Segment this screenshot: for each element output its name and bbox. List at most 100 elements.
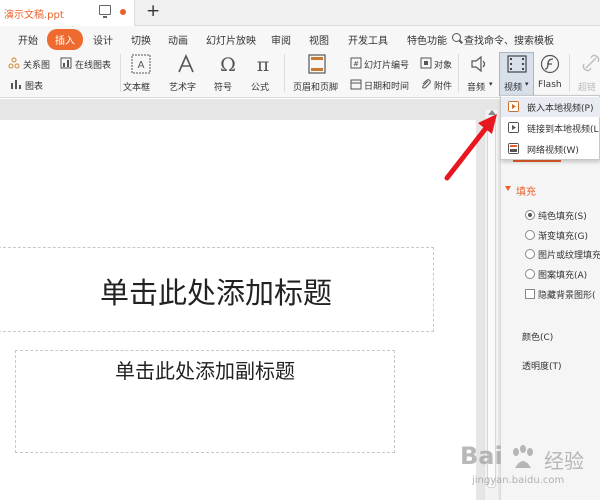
video-dropdown-menu: 嵌入本地视频(P) 链接到本地视频(L 网络视频(W) <box>500 95 600 160</box>
ribbon-separator <box>458 54 459 92</box>
pattern-fill-label[interactable]: 图案填充(A) <box>538 268 587 281</box>
audio-button[interactable]: 音频 <box>467 80 485 93</box>
web-video-icon <box>508 143 519 154</box>
tab-special-features[interactable]: 特色功能 <box>407 32 447 47</box>
hyperlink-button[interactable]: 超链 <box>578 80 596 93</box>
solid-fill-radio[interactable] <box>525 210 535 220</box>
unsaved-dot-icon[interactable] <box>120 9 126 15</box>
link-local-video-item[interactable]: 链接到本地视频(L <box>501 118 600 138</box>
menu-bar: 开始 插入 设计 切换 动画 幻灯片放映 审阅 视图 开发工具 特色功能 查找命… <box>0 26 600 50</box>
gradient-fill-label[interactable]: 渐变填充(G) <box>538 229 588 242</box>
document-tab-title[interactable]: 演示文稿.ppt <box>4 6 64 21</box>
textbox-button[interactable]: 文本框 <box>123 80 150 93</box>
video-button[interactable]: 视频 ▾ <box>499 52 534 96</box>
pane-tab-indicator <box>513 160 561 162</box>
web-video-item[interactable]: 网络视频(W) <box>501 139 600 159</box>
header-footer-icon[interactable] <box>308 54 326 74</box>
flash-icon[interactable] <box>540 54 560 74</box>
workspace-top-strip <box>0 99 476 120</box>
tab-view[interactable]: 视图 <box>309 32 329 47</box>
svg-text:A: A <box>138 60 145 71</box>
subtitle-placeholder-text[interactable]: 单击此处添加副标题 <box>16 355 394 384</box>
picture-texture-fill-label[interactable]: 图片或纹理填充 <box>538 248 600 261</box>
ribbon-separator <box>284 54 285 92</box>
tab-insert[interactable]: 插入 <box>47 29 83 50</box>
title-bar: 演示文稿.ppt + <box>0 0 600 26</box>
play-icon <box>508 101 519 112</box>
monitor-icon[interactable] <box>99 5 111 18</box>
object-button[interactable]: 对象 <box>434 58 452 71</box>
attachment-button[interactable]: 附件 <box>434 79 452 92</box>
speaker-icon[interactable] <box>470 54 488 74</box>
art-text-icon[interactable] <box>176 54 196 74</box>
paw-logo-icon <box>513 445 533 468</box>
paperclip-icon[interactable] <box>420 78 432 90</box>
collapse-triangle-icon[interactable] <box>505 186 511 191</box>
transparency-label: 透明度(T) <box>522 362 562 372</box>
online-chart-button[interactable]: 在线图表 <box>75 58 111 71</box>
ribbon-separator <box>120 54 121 92</box>
chevron-down-icon[interactable]: ▾ <box>525 80 529 88</box>
slide-number-button[interactable]: 幻灯片编号 <box>364 58 409 71</box>
tab-developer[interactable]: 开发工具 <box>348 32 388 47</box>
chart-button[interactable]: 图表 <box>25 79 43 92</box>
tab-slideshow[interactable]: 幻灯片放映 <box>206 32 256 47</box>
new-tab-button[interactable]: + <box>146 1 160 21</box>
chevron-down-icon[interactable]: ▾ <box>489 80 493 88</box>
relation-graph-button[interactable]: 关系图 <box>23 58 50 71</box>
textbox-icon[interactable]: A <box>131 54 151 74</box>
embed-local-video-label[interactable]: 嵌入本地视频(P) <box>527 101 593 114</box>
web-video-label[interactable]: 网络视频(W) <box>527 143 579 156</box>
link-local-video-label[interactable]: 链接到本地视频(L <box>527 122 599 135</box>
omega-symbol-icon[interactable]: Ω <box>218 54 238 74</box>
tab-animations[interactable]: 动画 <box>168 32 188 47</box>
insert-ribbon: 关系图 在线图表 图表 A 文本框 艺术字 Ω 符号 π 公式 页眉和页脚 # … <box>0 50 600 98</box>
link-video-icon <box>508 122 519 133</box>
command-search-box[interactable]: 查找命令、搜索模板 <box>464 32 554 47</box>
title-placeholder[interactable]: 单击此处添加标题 <box>0 247 434 332</box>
calendar-icon[interactable] <box>350 78 362 90</box>
online-chart-icon[interactable] <box>60 57 72 69</box>
film-icon[interactable] <box>507 55 527 73</box>
svg-text:π: π <box>257 54 270 74</box>
tab-transitions[interactable]: 切换 <box>131 32 151 47</box>
watermark-brand: Bai <box>460 442 503 470</box>
ribbon-separator <box>569 54 570 92</box>
tab-design[interactable]: 设计 <box>93 32 113 47</box>
object-icon[interactable] <box>420 57 432 69</box>
video-button-label[interactable]: 视频 <box>504 80 522 93</box>
flash-button[interactable]: Flash <box>538 80 562 90</box>
hyperlink-icon[interactable] <box>582 54 600 74</box>
art-text-button[interactable]: 艺术字 <box>169 80 196 93</box>
pattern-fill-radio[interactable] <box>525 269 535 279</box>
slide-number-icon[interactable]: # <box>350 57 362 69</box>
embed-local-video-item[interactable]: 嵌入本地视频(P) <box>501 97 600 117</box>
title-placeholder-text[interactable]: 单击此处添加标题 <box>0 270 433 312</box>
relation-graph-icon[interactable] <box>8 57 20 69</box>
formula-button[interactable]: 公式 <box>251 80 269 93</box>
baidu-jingyan-watermark: Bai 经验 jingyan.baidu.com <box>460 440 600 495</box>
symbol-button[interactable]: 符号 <box>214 80 232 93</box>
color-label: 颜色(C) <box>522 333 554 343</box>
scroll-up-arrow-icon[interactable] <box>488 110 496 115</box>
scrollbar-thumb[interactable] <box>487 118 496 488</box>
document-tab[interactable]: 演示文稿.ppt <box>0 0 135 26</box>
hide-background-checkbox[interactable] <box>525 289 535 299</box>
header-footer-button[interactable]: 页眉和页脚 <box>293 80 338 93</box>
hide-background-label[interactable]: 隐藏背景图形( <box>538 288 596 301</box>
picture-texture-fill-radio[interactable] <box>525 249 535 259</box>
subtitle-placeholder[interactable]: 单击此处添加副标题 <box>15 350 395 453</box>
svg-text:#: # <box>353 60 359 68</box>
pi-formula-icon[interactable]: π <box>253 54 273 74</box>
watermark-product: 经验 <box>544 449 584 473</box>
solid-fill-label[interactable]: 纯色填充(S) <box>538 209 587 222</box>
chart-icon[interactable] <box>10 78 22 90</box>
tab-review[interactable]: 审阅 <box>271 32 291 47</box>
date-time-button[interactable]: 日期和时间 <box>364 79 409 92</box>
search-icon[interactable] <box>452 33 461 42</box>
tab-home[interactable]: 开始 <box>18 32 38 47</box>
watermark-url: jingyan.baidu.com <box>472 475 565 486</box>
svg-text:Ω: Ω <box>220 54 236 74</box>
fill-section-header[interactable]: 填充 <box>516 183 536 198</box>
gradient-fill-radio[interactable] <box>525 230 535 240</box>
